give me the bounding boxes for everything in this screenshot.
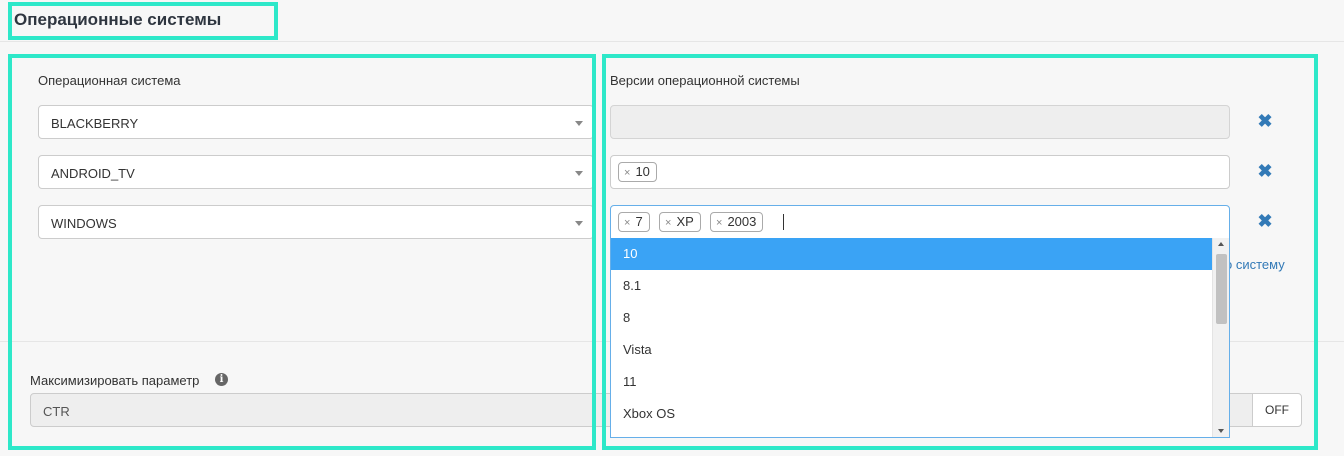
highlight-left-box xyxy=(8,54,596,450)
section-title: Операционные системы xyxy=(14,10,222,29)
header-divider xyxy=(0,41,1344,42)
highlight-right-box xyxy=(602,54,1318,450)
